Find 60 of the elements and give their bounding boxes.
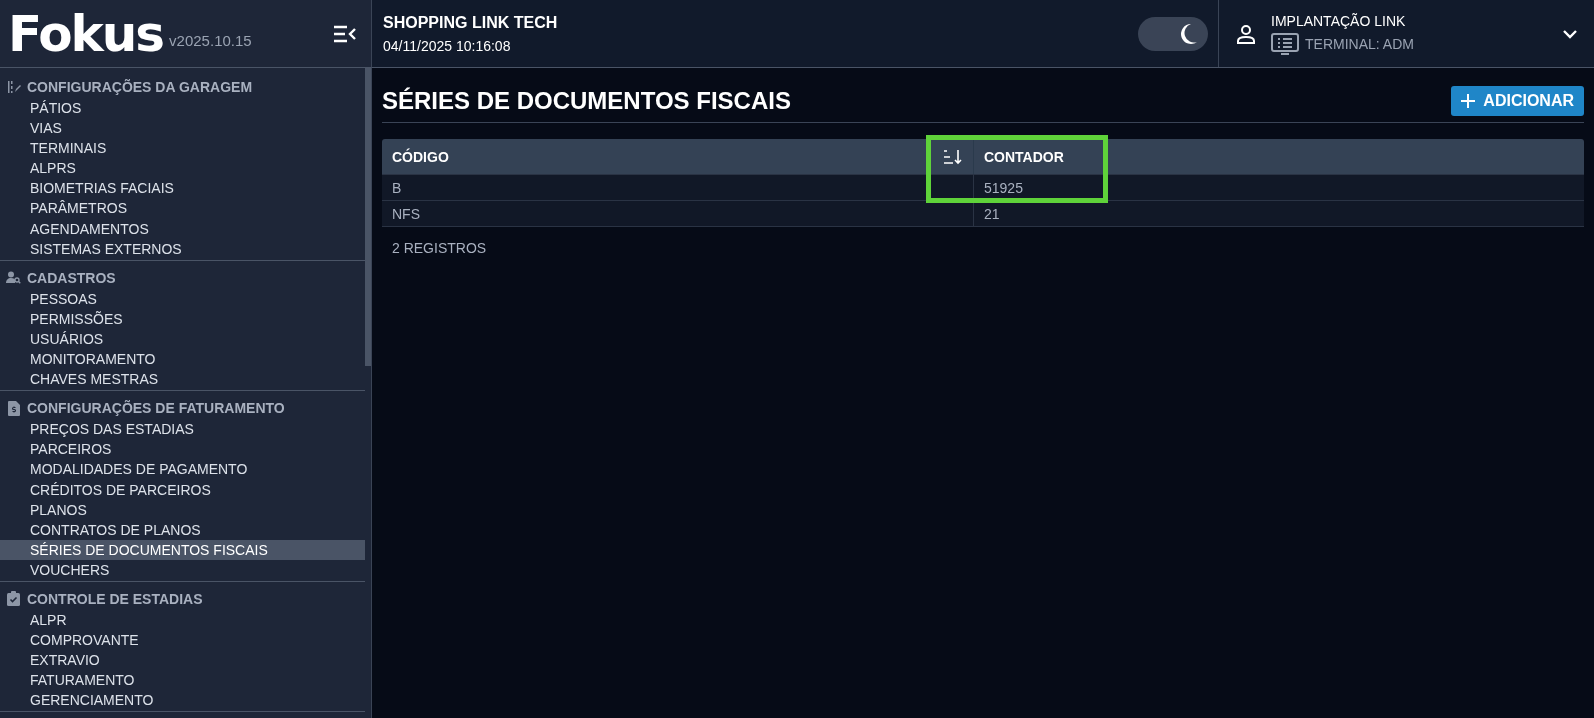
people-search-icon <box>6 271 21 285</box>
sidebar-item[interactable]: ALPRS <box>0 158 365 179</box>
sidebar-item[interactable]: PARÂMETROS <box>0 198 365 219</box>
record-count: 2 REGISTROS <box>391 239 488 258</box>
user-menu-button[interactable] <box>1562 28 1578 39</box>
sidebar-item[interactable]: SÉRIES DE DOCUMENTOS FISCAIS <box>0 539 365 560</box>
sidebar-item[interactable]: VIAS <box>0 118 365 139</box>
sidebar-item[interactable]: PARCEIROS <box>0 439 365 460</box>
date-time: 04/11/2025 10:16:08 <box>383 37 512 54</box>
sidebar-item[interactable]: VOUCHERS <box>0 559 365 580</box>
clipboard-check-icon <box>7 591 20 607</box>
sidebar-item[interactable]: PREÇOS DAS ESTADIAS <box>0 419 365 440</box>
chevron-down-icon <box>1562 28 1578 39</box>
logo: Fokus <box>8 8 164 59</box>
version-label: v2025.10.15 <box>169 32 252 49</box>
sidebar-section-title: CONFIGURAÇÕES DA GARAGEM <box>27 79 253 95</box>
sidebar-item[interactable]: TERMINAIS <box>0 138 365 159</box>
sidebar-item[interactable]: ALPR <box>0 609 365 631</box>
table-cell-text: NFS <box>391 204 421 224</box>
sidebar-section-title: CONTROLE DE ESTADIAS <box>27 590 203 607</box>
moon-icon <box>1178 22 1198 45</box>
sidebar-item[interactable]: PLANOS <box>0 499 365 520</box>
sidebar-section-title: CADASTROS <box>27 269 116 286</box>
sidebar-item[interactable]: PERMISSÕES <box>0 308 365 329</box>
invoice-icon <box>7 400 20 416</box>
terminal-icon <box>1271 32 1299 55</box>
sidebar-item[interactable]: PÁTIOS <box>0 98 365 119</box>
plus-icon <box>1461 94 1476 108</box>
collapse-menu-button[interactable] <box>333 24 357 43</box>
sidebar-item[interactable]: SISTEMAS EXTERNOS <box>0 238 365 259</box>
sidebar-item[interactable]: CONTRATOS DE PLANOS <box>0 519 365 540</box>
column-header[interactable]: CONTADOR <box>984 148 1064 165</box>
sidebar-item[interactable]: PESSOAS <box>0 288 365 309</box>
sidebar-item[interactable]: CHAVES MESTRAS <box>0 369 365 390</box>
sidebar-item[interactable]: BIOMETRIAS FACIAIS <box>0 178 365 199</box>
sort-icon[interactable] <box>943 148 963 165</box>
scrollbar-thumb[interactable] <box>365 68 371 366</box>
sidebar-section-title: CONFIGURAÇÕES DE FATURAMENTO <box>27 400 285 417</box>
sidebar-item[interactable]: CRÉDITOS DE PARCEIROS <box>0 479 365 500</box>
sidebar-item[interactable]: MONITORAMENTO <box>0 349 365 370</box>
sidebar-item[interactable]: FATURAMENTO <box>0 670 365 691</box>
column-header[interactable]: CÓDIGO <box>392 148 449 165</box>
sidebar-item[interactable]: COMPROVANTE <box>0 630 365 651</box>
garage-settings-icon <box>6 80 21 94</box>
table-cell: 21 <box>973 201 1584 226</box>
sidebar-item[interactable]: EXTRAVIO <box>0 650 365 671</box>
theme-toggle[interactable] <box>1138 16 1208 51</box>
add-button[interactable]: ADICIONAR <box>1451 86 1584 116</box>
user-icon <box>1235 22 1257 45</box>
table-cell: 51925 <box>973 175 1584 200</box>
page-title: SÉRIES DE DOCUMENTOS FISCAIS <box>382 87 791 115</box>
sidebar-item[interactable]: AGENDAMENTOS <box>0 218 365 239</box>
terminal-label: TERMINAL: ADM <box>1305 35 1414 52</box>
sidebar-item[interactable]: USUÁRIOS <box>0 328 365 350</box>
menu-icon <box>333 24 357 43</box>
sidebar-item[interactable]: GERENCIAMENTO <box>0 690 365 711</box>
table-cell-text: B <box>391 178 403 198</box>
site-name: SHOPPING LINK TECH <box>383 13 559 32</box>
sidebar-item[interactable]: MODALIDADES DE PAGAMENTO <box>0 459 365 480</box>
user-name: IMPLANTAÇÃO LINK <box>1271 12 1407 29</box>
